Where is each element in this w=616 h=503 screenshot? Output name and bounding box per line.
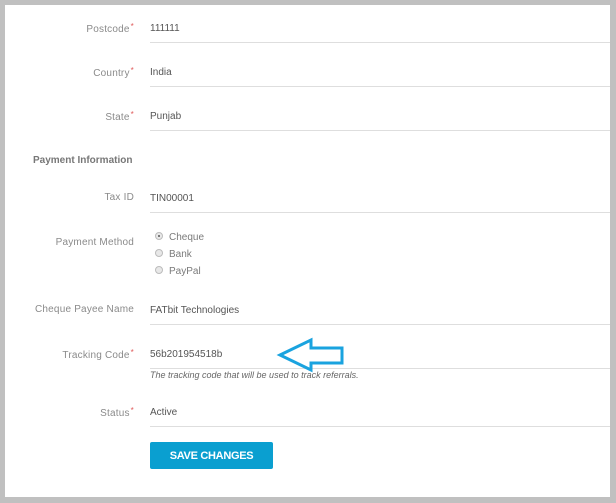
radio-bank[interactable]: Bank <box>155 246 204 263</box>
cheque-payee-field[interactable]: FATbit Technologies <box>150 304 610 325</box>
payment-information-heading: Payment Information <box>33 155 133 166</box>
tax-id-field[interactable]: TIN00001 <box>150 192 610 213</box>
required-marker: * <box>130 110 134 119</box>
status-field[interactable]: Active <box>150 406 610 427</box>
required-marker: * <box>130 348 134 357</box>
radio-paypal[interactable]: PayPal <box>155 263 204 280</box>
payment-method-radio-group: Cheque Bank PayPal <box>155 229 204 280</box>
country-field[interactable]: India <box>150 66 610 87</box>
radio-checked-icon[interactable] <box>155 231 163 240</box>
required-marker: * <box>130 66 134 75</box>
radio-unchecked-icon[interactable] <box>155 248 163 257</box>
postcode-label: Postcode* <box>86 22 134 35</box>
tracking-code-field[interactable]: 56b201954518b <box>150 348 610 369</box>
radio-cheque-label: Cheque <box>169 232 205 243</box>
form-panel: Postcode* 111111 Country* India State* P… <box>5 5 610 497</box>
status-label: Status* <box>100 406 134 419</box>
required-marker: * <box>130 406 134 415</box>
state-label: State* <box>105 110 134 123</box>
radio-cheque[interactable]: Cheque <box>155 229 204 246</box>
tax-id-label: Tax ID <box>104 192 134 203</box>
payment-method-label: Payment Method <box>55 237 134 248</box>
save-changes-button[interactable]: SAVE CHANGES <box>150 442 273 469</box>
radio-unchecked-icon[interactable] <box>155 265 163 274</box>
cheque-payee-label: Cheque Payee Name <box>34 304 134 315</box>
radio-bank-label: Bank <box>169 249 192 260</box>
country-label: Country* <box>93 66 134 79</box>
radio-paypal-label: PayPal <box>169 266 201 277</box>
postcode-field[interactable]: 111111 <box>150 22 610 43</box>
tracking-code-label: Tracking Code* <box>62 348 134 361</box>
state-field[interactable]: Punjab <box>150 110 610 131</box>
left-arrow-icon <box>276 337 344 373</box>
required-marker: * <box>130 22 134 31</box>
